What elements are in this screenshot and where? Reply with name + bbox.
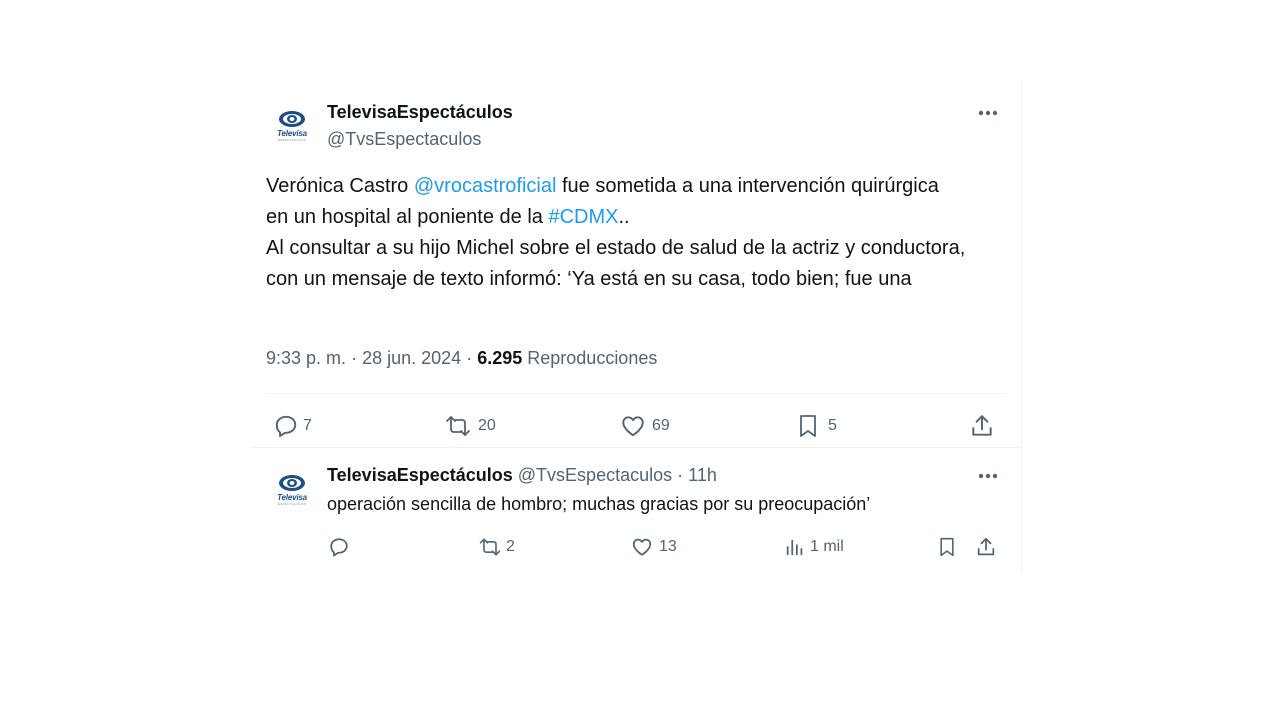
more-icon — [978, 473, 998, 479]
reply-icon — [330, 538, 348, 557]
divider — [266, 393, 1006, 394]
bookmark-icon — [940, 537, 954, 557]
views-icon — [786, 539, 803, 556]
reply-author-name[interactable]: TelevisaEspectáculos — [327, 465, 513, 485]
reply-author-avatar[interactable]: Televisa ESPECTÁCULOS — [271, 468, 313, 510]
avatar-logo-subtext: ESPECTÁCULOS — [278, 501, 306, 506]
reply-bookmark-button[interactable] — [937, 536, 957, 558]
televisa-logo-icon — [279, 110, 305, 127]
separator: · — [466, 348, 473, 368]
tweet-card: Televisa ESPECTÁCULOS TelevisaEspectácul… — [251, 80, 1022, 574]
more-options-button[interactable] — [976, 103, 1000, 123]
author-handle[interactable]: @TvsEspectaculos — [327, 129, 481, 150]
like-button[interactable]: 69 — [620, 413, 670, 439]
retweet-count: 20 — [478, 417, 496, 434]
reply-icon — [275, 415, 297, 438]
reply-retweet-button[interactable]: 2 — [478, 536, 515, 558]
reply-button[interactable]: 7 — [273, 413, 312, 439]
retweet-icon — [446, 416, 470, 436]
like-count: 69 — [652, 417, 670, 434]
share-button[interactable] — [969, 413, 995, 439]
reply-retweet-count: 2 — [506, 538, 515, 555]
retweet-icon — [479, 538, 501, 556]
reply-share-button[interactable] — [975, 536, 997, 558]
more-icon — [978, 110, 998, 116]
views-count: 6.295 — [477, 348, 523, 368]
like-icon — [632, 538, 652, 556]
separator: · — [677, 465, 684, 485]
mention-link[interactable]: @vrocastroficial — [414, 175, 557, 197]
divider — [251, 447, 1021, 448]
tweet-meta: 9:33 p. m. · 28 jun. 2024 · 6.295 Reprod… — [266, 348, 657, 369]
tweet-text-part: Al consultar a su hijo Michel sobre el e… — [266, 237, 966, 290]
reply-header: TelevisaEspectáculos @TvsEspectaculos · … — [327, 465, 717, 486]
avatar-logo-text: Televisa — [277, 492, 307, 502]
reply-author-handle[interactable]: @TvsEspectaculos — [518, 465, 672, 485]
like-icon — [622, 416, 644, 437]
tweet-text: Verónica Castro @vrocastroficial fue som… — [266, 171, 966, 295]
avatar-logo-subtext: ESPECTÁCULOS — [278, 137, 306, 142]
bookmark-button[interactable]: 5 — [796, 413, 837, 439]
share-icon — [977, 537, 995, 556]
reply-time[interactable]: 11h — [688, 465, 717, 485]
reply-reply-button[interactable] — [328, 536, 358, 558]
tweet-text-part: Verónica Castro — [266, 175, 414, 197]
views-label: Reproducciones — [527, 348, 658, 368]
reply-views-count: 1 mil — [810, 538, 844, 555]
reply-like-button[interactable]: 13 — [631, 536, 677, 558]
reply-count: 7 — [303, 417, 312, 434]
reply-more-options-button[interactable] — [976, 466, 1000, 486]
separator: · — [351, 348, 358, 368]
avatar-logo-text: Televisa — [277, 128, 307, 138]
retweet-button[interactable]: 20 — [444, 413, 496, 439]
televisa-logo-icon — [279, 474, 305, 491]
reply-text: operación sencilla de hombro; muchas gra… — [327, 494, 871, 514]
tweet-time[interactable]: 9:33 p. m. — [266, 348, 346, 368]
hashtag-link[interactable]: #CDMX — [548, 206, 618, 228]
reply-views-button[interactable]: 1 mil — [784, 536, 844, 558]
bookmark-count: 5 — [828, 417, 837, 434]
bookmark-icon — [800, 415, 816, 437]
reply-like-count: 13 — [659, 538, 677, 555]
author-avatar[interactable]: Televisa ESPECTÁCULOS — [271, 104, 313, 146]
tweet-text-part: .. — [618, 206, 630, 228]
author-name[interactable]: TelevisaEspectáculos — [327, 102, 513, 123]
tweet-date[interactable]: 28 jun. 2024 — [362, 348, 461, 368]
share-icon — [972, 415, 992, 436]
